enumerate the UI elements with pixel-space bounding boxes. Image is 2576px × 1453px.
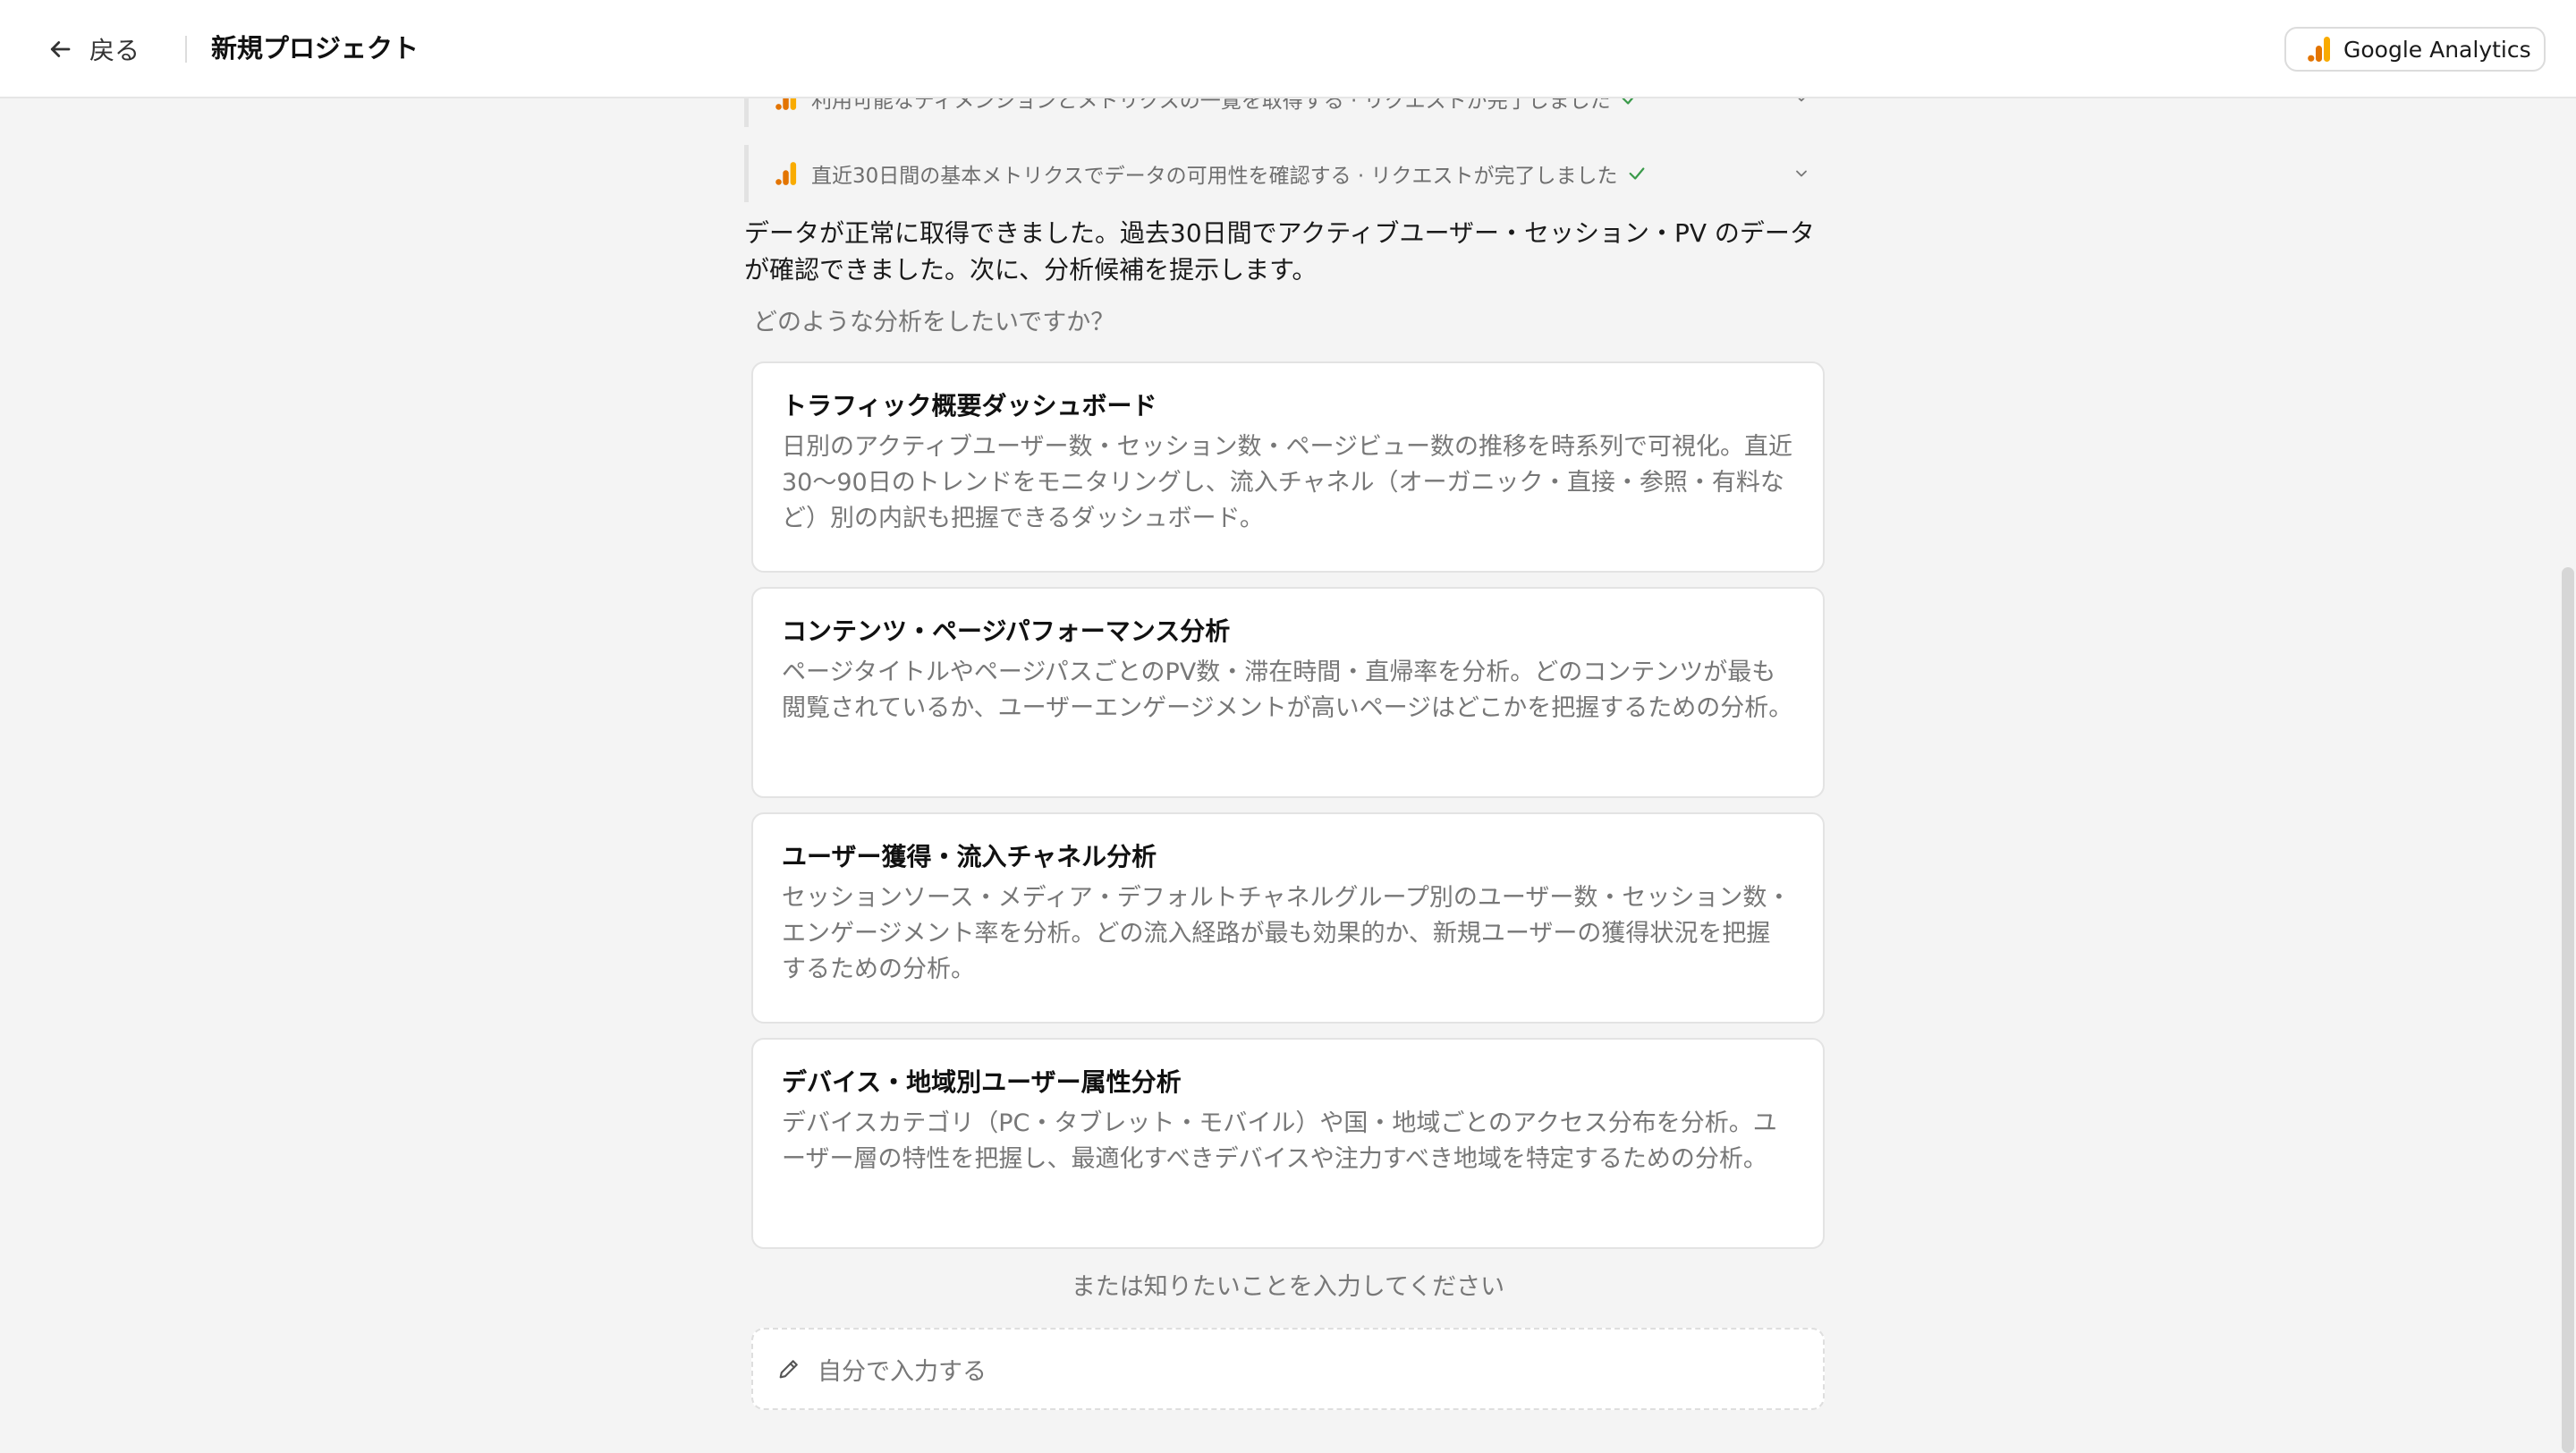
option-title: ユーザー獲得・流入チャネル分析 xyxy=(782,842,1157,871)
tool-call-text: 直近30日間の基本メトリクスでデータの可用性を確認する · リクエストが完了しま… xyxy=(811,165,1618,188)
top-header: 戻る 新規プロジェクト Google Analytics xyxy=(0,0,2576,98)
option-card-user-acquisition[interactable]: ユーザー獲得・流入チャネル分析 セッションソース・メディア・デフォルトチャネルグ… xyxy=(751,812,1825,1024)
option-title: コンテンツ・ページパフォーマンス分析 xyxy=(782,616,1231,646)
option-card-traffic-dashboard[interactable]: トラフィック概要ダッシュボード 日別のアクティブユーザー数・セッション数・ページ… xyxy=(751,361,1825,573)
option-title: デバイス・地域別ユーザー属性分析 xyxy=(782,1067,1182,1097)
back-label: 戻る xyxy=(89,36,140,65)
option-card-content-performance[interactable]: コンテンツ・ページパフォーマンス分析 ページタイトルやページパスごとのPV数・滞… xyxy=(751,587,1825,798)
or-text: または知りたいことを入力してください xyxy=(1071,1273,1505,1301)
back-button[interactable]: 戻る xyxy=(47,27,140,72)
google-analytics-icon xyxy=(2308,37,2330,62)
arrow-left-icon xyxy=(50,41,71,57)
option-card-device-region[interactable]: デバイス・地域別ユーザー属性分析 デバイスカテゴリ（PC・タブレット・モバイル）… xyxy=(751,1038,1825,1249)
scrollbar-thumb[interactable] xyxy=(2562,567,2574,1453)
custom-input-button[interactable]: 自分で入力する xyxy=(751,1328,1825,1410)
option-description: ページタイトルやページパスごとのPV数・滞在時間・直帰率を分析。どのコンテンツが… xyxy=(782,659,1793,722)
option-description: セッションソース・メディア・デフォルトチャネルグループ別のユーザー数・セッション… xyxy=(782,884,1792,983)
custom-input-label: 自分で入力する xyxy=(818,1357,987,1386)
option-description: デバイスカテゴリ（PC・タブレット・モバイル）や国・地域ごとのアクセス分布を分析… xyxy=(782,1109,1777,1173)
google-analytics-icon xyxy=(775,162,797,185)
option-description: 日別のアクティブユーザー数・セッション数・ページビュー数の推移を時系列で可視化。… xyxy=(782,433,1792,532)
analysis-question: どのような分析をしたいですか？ xyxy=(753,309,1115,336)
pencil-icon xyxy=(779,1360,798,1379)
chat-page: 戻る 新規プロジェクト Google Analytics 利用可能なディメンショ… xyxy=(0,0,2576,1453)
chevron-down-icon[interactable] xyxy=(1792,165,1810,183)
page-title: 新規プロジェクト xyxy=(211,33,419,64)
check-icon xyxy=(1629,167,1644,180)
header-divider xyxy=(185,36,187,63)
google-analytics-chip[interactable]: Google Analytics xyxy=(2284,27,2546,72)
assistant-message: データが正常に取得できました。過去30日間でアクティブユーザー・セッション・PV… xyxy=(744,218,1815,285)
tool-call-row[interactable]: 直近30日間の基本メトリクスでデータの可用性を確認する · リクエストが完了しま… xyxy=(744,145,1826,202)
google-analytics-label: Google Analytics xyxy=(2343,36,2531,63)
option-title: トラフィック概要ダッシュボード xyxy=(782,391,1157,421)
